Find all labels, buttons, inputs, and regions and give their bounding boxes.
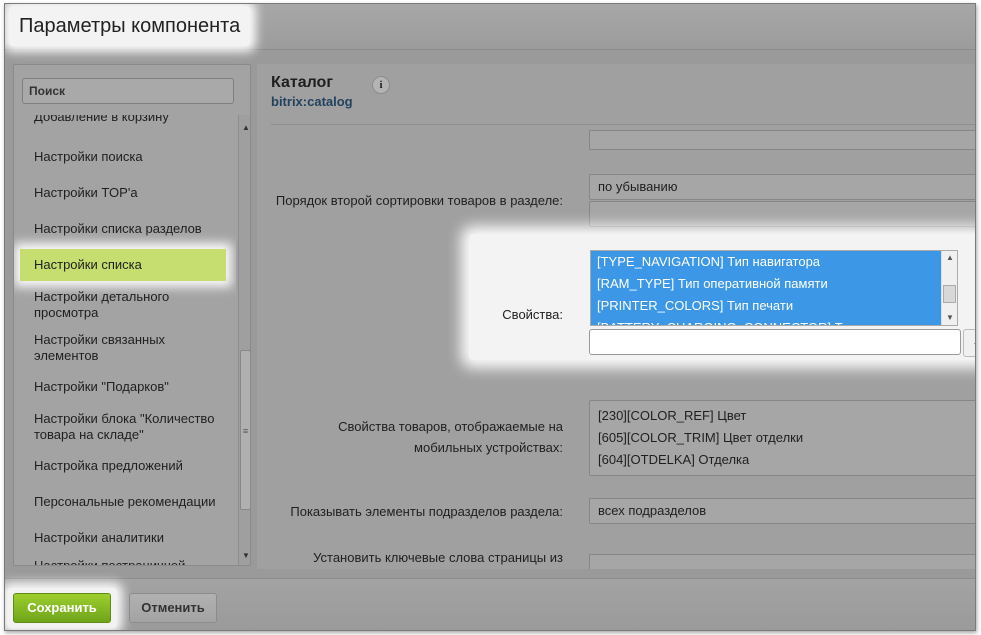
properties-multiselect[interactable]: [TYPE_NAVIGATION] Тип навигатора [RAM_TY…	[590, 250, 958, 326]
subsection-elements-select[interactable]: всех подразделов	[589, 498, 975, 524]
scroll-thumb[interactable]	[943, 285, 956, 303]
mobile-properties-label-line1: Свойства товаров, отображаемые на	[338, 419, 563, 434]
list-item[interactable]: [RAM_TYPE] Тип оперативной памяти	[591, 273, 943, 295]
second-sort-select[interactable]: по убыванию	[589, 174, 975, 200]
list-item[interactable]: [TYPE_NAVIGATION] Тип навигатора	[591, 251, 943, 273]
sidebar-scrollbar[interactable]: ▲ ≡ ▼	[238, 115, 250, 565]
header-divider	[271, 124, 975, 125]
settings-content: Каталог bitrix:catalog i Порядок второй …	[257, 64, 975, 569]
settings-sidebar: Добавление в корзину Настройки поиска На…	[13, 64, 251, 566]
properties-scrollbar[interactable]: ▲ ▼	[941, 251, 957, 325]
add-property-button[interactable]: +	[963, 329, 975, 357]
scroll-down-icon[interactable]: ▼	[242, 551, 250, 560]
subsection-elements-label: Показывать элементы подразделов раздела:	[290, 504, 563, 519]
sidebar-item-analytics[interactable]: Настройки аналитики	[20, 530, 226, 546]
component-header: Каталог bitrix:catalog	[271, 74, 353, 109]
dialog-title-bar: Параметры компонента	[5, 4, 975, 50]
sidebar-item-recommendations[interactable]: Персональные рекомендации	[20, 494, 226, 510]
scroll-thumb[interactable]: ≡	[240, 350, 250, 510]
list-item[interactable]: [BATTERY_CHARGING_CONNECTOR] Тип разъема…	[591, 317, 943, 325]
mobile-properties-list[interactable]: [230][COLOR_REF] Цвет [605][COLOR_TRIM] …	[589, 400, 975, 476]
save-highlight: Сохранить	[7, 588, 117, 628]
component-params-dialog: Параметры компонента Добавление в корзин…	[4, 3, 976, 631]
sidebar-item-gifts[interactable]: Настройки "Подарков"	[20, 379, 226, 395]
properties-label: Свойства:	[502, 307, 563, 322]
scroll-down-icon[interactable]: ▼	[946, 313, 954, 322]
list-item[interactable]: [PRINTER_COLORS] Тип печати	[591, 295, 943, 317]
mobile-properties-label-line2: мобильных устройствах:	[414, 440, 563, 455]
component-name: Каталог	[271, 74, 333, 91]
meta-keywords-label: Установить ключевые слова страницы из	[313, 550, 563, 565]
sidebar-item-list-settings[interactable]: Настройки списка	[20, 249, 226, 281]
sidebar-item-pagination[interactable]: Настройки постраничной	[20, 558, 226, 565]
component-code: bitrix:catalog	[271, 94, 353, 109]
second-sort-extra-box[interactable]	[589, 201, 975, 227]
dialog-title: Параметры компонента	[9, 6, 251, 46]
mobile-properties-label: Свойства товаров, отображаемые на мобиль…	[261, 416, 563, 458]
second-sort-label: Порядок второй сортировки товаров в разд…	[275, 193, 563, 208]
list-item[interactable]: [604][OTDELKA] Отделка	[598, 449, 975, 471]
sidebar-item-offers[interactable]: Настройка предложений	[20, 458, 226, 474]
sidebar-item-add-to-cart[interactable]: Добавление в корзину	[20, 115, 226, 125]
info-icon[interactable]: i	[372, 76, 390, 94]
scroll-up-icon[interactable]: ▲	[946, 253, 954, 262]
save-button[interactable]: Сохранить	[13, 593, 111, 623]
properties-add-input[interactable]	[589, 329, 961, 355]
list-item[interactable]: [605][COLOR_TRIM] Цвет отделки	[598, 427, 975, 449]
sidebar-item-top[interactable]: Настройки TOP'а	[20, 185, 226, 201]
meta-keywords-select[interactable]	[589, 554, 975, 569]
list-item[interactable]: [230][COLOR_REF] Цвет	[598, 405, 975, 427]
scroll-up-icon[interactable]: ▲	[242, 123, 250, 132]
cancel-button[interactable]: Отменить	[129, 593, 217, 623]
sidebar-item-stock[interactable]: Настройки блока "Количество товара на ск…	[20, 411, 226, 443]
sidebar-item-detail[interactable]: Настройки детального просмотра	[20, 289, 226, 321]
sidebar-item-linked[interactable]: Настройки связанных элементов	[20, 332, 226, 364]
search-input[interactable]	[22, 78, 234, 104]
sidebar-item-section-list[interactable]: Настройки списка разделов	[20, 221, 226, 237]
sidebar-item-search[interactable]: Настройки поиска	[20, 149, 226, 165]
previous-field-box[interactable]	[589, 130, 975, 150]
settings-nav-list: Добавление в корзину Настройки поиска На…	[14, 115, 236, 565]
dialog-footer: Сохранить Отменить	[5, 578, 975, 630]
